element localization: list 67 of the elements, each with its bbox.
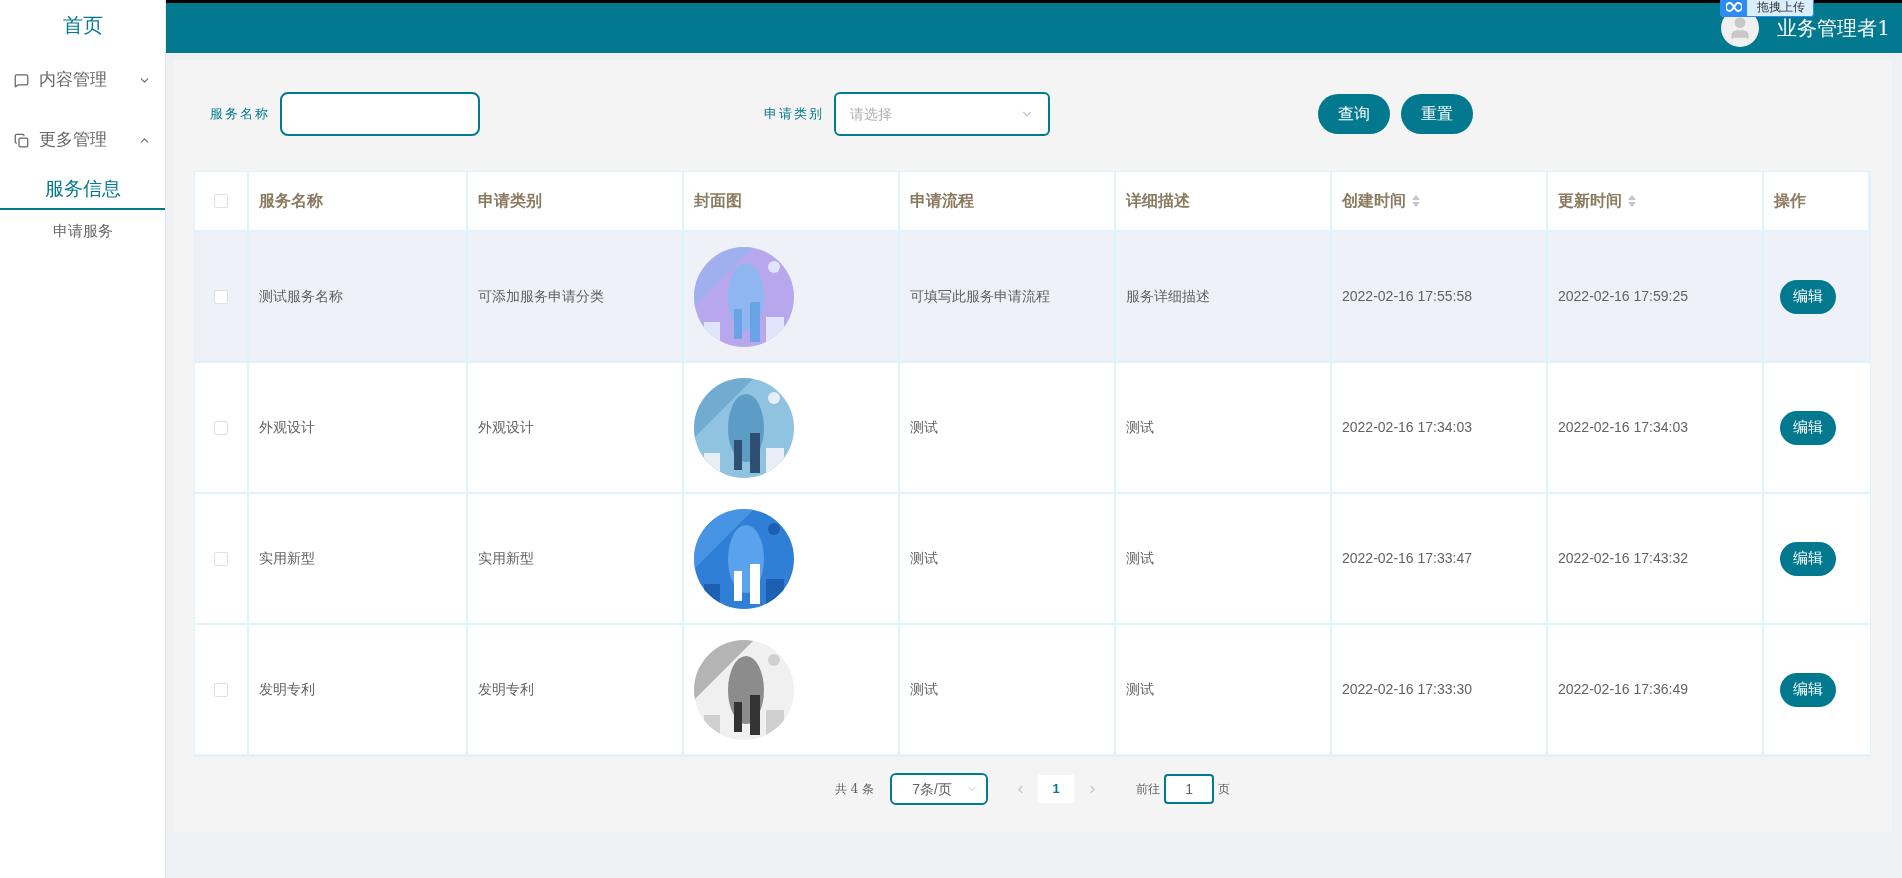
table-cell-text: 2022-02-16 17:33:47 bbox=[1342, 549, 1472, 568]
submenu-item[interactable]: 服务信息 bbox=[0, 170, 165, 210]
home-link[interactable]: 首页 bbox=[0, 0, 165, 50]
edit-button[interactable]: 编辑 bbox=[1780, 541, 1836, 576]
table-cell-text: 可添加服务申请分类 bbox=[478, 287, 604, 306]
table-cell-text: 测试 bbox=[910, 418, 938, 437]
table-cell-text: 测试 bbox=[1126, 680, 1154, 699]
upload-toast[interactable]: 拖拽上传 bbox=[1720, 0, 1814, 17]
table-cell-text: 测试服务名称 bbox=[259, 287, 343, 306]
search-button[interactable]: 查询 bbox=[1318, 94, 1390, 134]
table-cell-text: 外观设计 bbox=[259, 418, 315, 437]
table-cell-text: 测试 bbox=[910, 680, 938, 699]
table-cell-text: 2022-02-16 17:36:49 bbox=[1558, 680, 1688, 699]
goto-page-field[interactable]: 1 bbox=[1164, 774, 1215, 804]
table-cell-text: 实用新型 bbox=[478, 549, 534, 568]
column-header[interactable]: 更新时间 bbox=[1558, 189, 1622, 213]
column-header: 操作 bbox=[1774, 191, 1806, 211]
table-cell-text: 2022-02-16 17:33:30 bbox=[1342, 680, 1472, 699]
menu-group[interactable]: 内容管理 bbox=[0, 50, 165, 110]
page-button[interactable]: 1 bbox=[1038, 775, 1075, 803]
checkbox[interactable] bbox=[214, 682, 228, 697]
table-row[interactable]: 测试服务名称 可添加服务申请分类 可填写此服务申请流程 服务详细描述 2022-02-16 17:55:58 2022-02-16 17:59:25 编辑 bbox=[195, 232, 1870, 363]
table-cell-text: 发明专利 bbox=[478, 680, 534, 699]
table-cell-text: 可填写此服务申请流程 bbox=[910, 287, 1050, 306]
table-cell-text: 测试 bbox=[1126, 549, 1154, 568]
table-cell-text: 实用新型 bbox=[259, 549, 315, 568]
table-row[interactable]: 实用新型 实用新型 测试 测试 2022-02-16 17:33:47 2022-02-16 17:43:32 编辑 bbox=[195, 494, 1870, 625]
submenu-item[interactable]: 申请服务 bbox=[0, 210, 165, 252]
table-cell-text: 2022-02-16 17:55:58 bbox=[1342, 287, 1472, 306]
menu-group[interactable]: 更多管理 bbox=[0, 110, 165, 170]
checkbox[interactable] bbox=[214, 420, 228, 435]
filter-label: 服务名称 bbox=[210, 105, 270, 124]
page-suffix: 页 bbox=[1218, 781, 1231, 798]
table-cell-text: 测试 bbox=[1126, 418, 1154, 437]
chat-icon bbox=[14, 72, 29, 88]
column-header: 服务名称 bbox=[259, 191, 323, 211]
column-header: 详细描述 bbox=[1126, 191, 1190, 211]
table-row[interactable]: 发明专利 发明专利 测试 测试 2022-02-16 17:33:30 2022-02-16 17:36:49 编辑 bbox=[195, 625, 1870, 756]
sort-icon[interactable] bbox=[1412, 195, 1420, 207]
checkbox[interactable] bbox=[214, 194, 228, 208]
edit-button[interactable]: 编辑 bbox=[1780, 410, 1836, 445]
table-cell-text: 外观设计 bbox=[478, 418, 534, 437]
checkbox[interactable] bbox=[214, 289, 228, 304]
total-count: 共 4 条 bbox=[834, 781, 875, 798]
sort-icon[interactable] bbox=[1628, 195, 1636, 207]
table-cell-text: 发明专利 bbox=[259, 680, 315, 699]
column-header: 申请类别 bbox=[478, 191, 542, 211]
filter-label: 申请类别 bbox=[764, 105, 824, 124]
page-size-select[interactable]: 7条/页 bbox=[890, 773, 989, 805]
edit-button[interactable]: 编辑 bbox=[1780, 279, 1836, 314]
table-cell-text: 2022-02-16 17:34:03 bbox=[1558, 418, 1688, 437]
edit-button[interactable]: 编辑 bbox=[1780, 672, 1836, 707]
column-header: 封面图 bbox=[694, 191, 742, 211]
infinity-icon bbox=[1721, 0, 1747, 16]
reset-button[interactable]: 重置 bbox=[1401, 94, 1473, 134]
table-cell-text: 测试 bbox=[910, 549, 938, 568]
table-cell-text: 2022-02-16 17:34:03 bbox=[1342, 418, 1472, 437]
table-cell-text: 2022-02-16 17:59:25 bbox=[1558, 287, 1688, 306]
goto-label: 前往 bbox=[1136, 781, 1161, 798]
table-cell-text: 2022-02-16 17:43:32 bbox=[1558, 549, 1688, 568]
table-row[interactable]: 外观设计 外观设计 测试 测试 2022-02-16 17:34:03 2022-02-16 17:34:03 编辑 bbox=[195, 363, 1870, 494]
checkbox[interactable] bbox=[214, 551, 228, 566]
copy-icon bbox=[14, 132, 29, 148]
table-cell-text: 服务详细描述 bbox=[1126, 287, 1210, 306]
column-header: 申请流程 bbox=[910, 191, 974, 211]
service-name-field[interactable] bbox=[280, 92, 480, 136]
column-header[interactable]: 创建时间 bbox=[1342, 189, 1406, 213]
